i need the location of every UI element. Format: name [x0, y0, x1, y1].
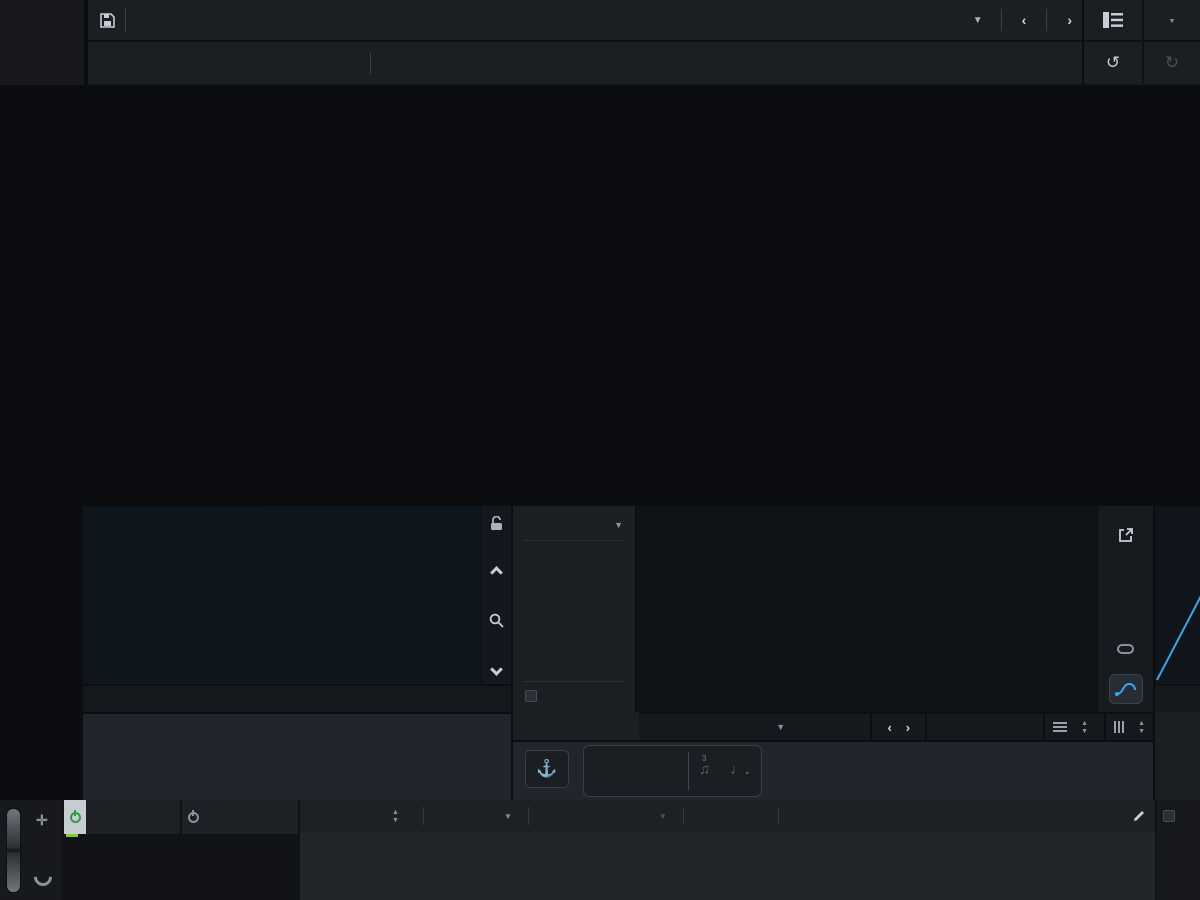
arp-power-button[interactable] — [182, 800, 204, 834]
clip-keyboard[interactable] — [64, 834, 180, 900]
save-icon[interactable] — [100, 13, 115, 28]
undo-button[interactable]: ↺ — [1084, 42, 1142, 83]
top-bar: ▼ ‹ › ▼ ↺ — [0, 0, 1200, 85]
envelope-panel — [83, 506, 511, 800]
transpose-stepper[interactable]: ▲▼ — [392, 809, 399, 824]
lfo-sequence-bar: ▼ ‹ › ▲▼ ▲▼ — [639, 712, 1153, 740]
redo-button[interactable]: ↻ — [1142, 42, 1200, 83]
lfo-mono-row — [523, 681, 625, 702]
app-logo — [0, 0, 84, 85]
scale-dropdown-arrow[interactable]: ▼ — [659, 812, 667, 821]
envelope-tools — [481, 506, 511, 684]
clip-power-button[interactable] — [64, 800, 86, 834]
bottom-bar: ✛ ▲▼ ▼ — [0, 800, 1200, 900]
preset-next-button[interactable]: › — [1057, 12, 1082, 28]
host-sync-button[interactable]: ⚓ — [525, 750, 569, 793]
lfo-path-editor[interactable] — [637, 506, 1097, 712]
lfo-mode-column: ▼ — [513, 506, 637, 712]
wheel-box: ✛ — [0, 800, 62, 900]
lfo-grid-stepper[interactable]: ▲▼ — [1114, 714, 1153, 740]
keyboard-section: ▲▼ ▼ ▼ — [300, 800, 1155, 900]
lfo-shape-dropdown[interactable]: ▼ — [639, 714, 862, 740]
triplet-button[interactable]: ♫3 — [699, 761, 710, 782]
shape-prev-button[interactable]: ‹ — [880, 720, 898, 735]
arp-keyboard[interactable] — [182, 834, 298, 900]
preset-zone: ▼ ‹ › — [86, 0, 1082, 85]
shape-next-button[interactable]: › — [899, 720, 917, 735]
lfo-right-tools — [1097, 506, 1153, 712]
always-checkbox[interactable] — [1163, 810, 1175, 822]
envelope-editor[interactable] — [83, 506, 511, 684]
osc-mapping-button[interactable] — [1125, 810, 1145, 822]
env-next-icon[interactable] — [490, 663, 503, 676]
lfo-knob-row: ⚓ ♫3 ♩. — [513, 740, 1153, 800]
popout-icon[interactable] — [1109, 520, 1143, 550]
clip-section — [64, 800, 180, 900]
zoom-icon[interactable] — [489, 613, 504, 628]
curve-shape-icon[interactable] — [1109, 674, 1143, 704]
oscillator-row — [0, 85, 1200, 480]
mono-checkbox[interactable] — [525, 690, 537, 702]
move-icon[interactable]: ✛ — [36, 812, 48, 829]
menu-button[interactable]: ▼ — [1142, 0, 1200, 40]
lock-icon[interactable] — [490, 516, 503, 531]
synth-plugin-window: ▼ ‹ › ▼ ↺ — [0, 0, 1200, 900]
env-prev-icon[interactable] — [490, 566, 503, 579]
modulator-row: ▼ — [0, 506, 1200, 800]
voicing-sidebar — [1155, 506, 1200, 800]
piano-keyboard[interactable] — [300, 832, 1155, 900]
lfo-direction-dropdown[interactable] — [935, 714, 1035, 740]
envelope-values — [83, 684, 511, 712]
pitch-wheel[interactable] — [6, 808, 21, 893]
envelope-knobs — [83, 712, 511, 800]
lfo-steps-stepper[interactable]: ▲▼ — [1053, 714, 1096, 740]
modulator-tab-bar — [0, 480, 1200, 506]
dotted-button[interactable]: ♩. — [730, 761, 749, 782]
key-dropdown-arrow[interactable]: ▼ — [504, 812, 512, 821]
mod-source-sidebar — [0, 506, 81, 800]
preset-prev-button[interactable]: ‹ — [1012, 12, 1037, 28]
bottom-right-options — [1157, 800, 1200, 900]
arp-section — [182, 800, 298, 900]
arc-icon[interactable] — [30, 864, 55, 889]
lfo-panel: ▼ — [513, 506, 1153, 800]
lfo-type-dropdown[interactable]: ▼ — [523, 516, 625, 541]
rate-box: ♫3 ♩. — [583, 745, 762, 797]
preset-browser-icon[interactable] — [1084, 0, 1142, 40]
preset-dropdown-arrow[interactable]: ▼ — [973, 15, 983, 26]
velocity-display[interactable] — [1155, 506, 1200, 684]
loop-shape-icon[interactable] — [1109, 634, 1143, 664]
voicing-label — [1155, 684, 1200, 712]
